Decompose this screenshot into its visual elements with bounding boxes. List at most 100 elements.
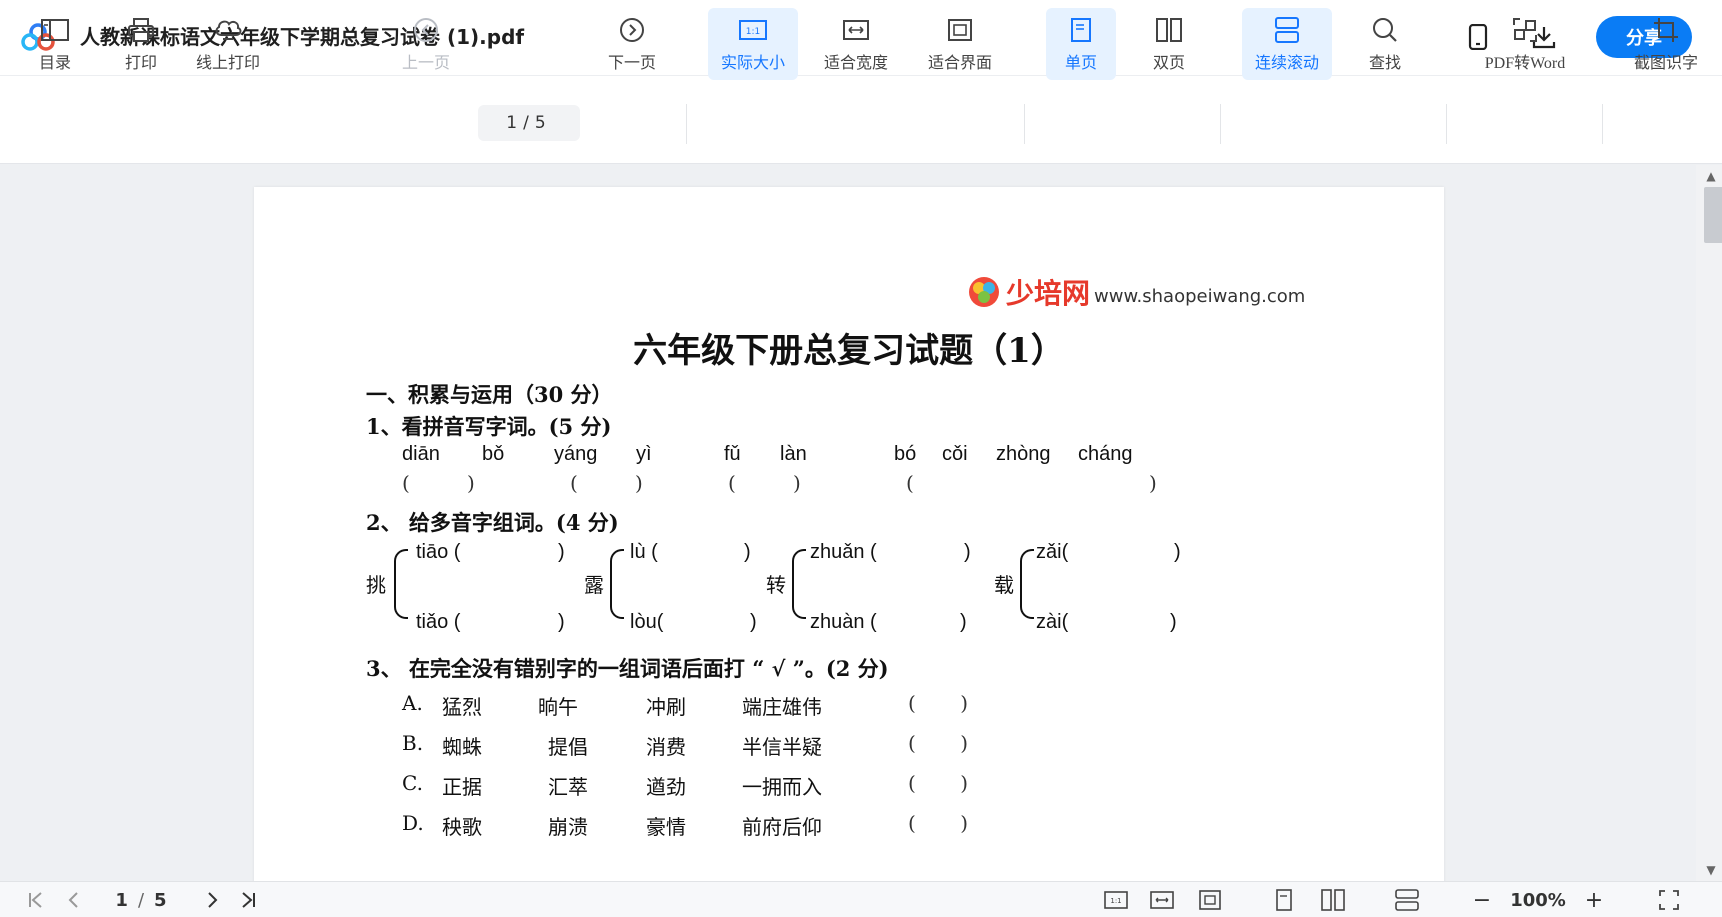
chevron-left-icon xyxy=(68,892,78,908)
polyphonic-char: 载 xyxy=(994,573,1014,597)
find-button[interactable]: 查找 xyxy=(1360,8,1410,80)
answer-blank: ( ) xyxy=(908,771,969,795)
plus-icon: + xyxy=(1584,887,1604,913)
circle-right-icon xyxy=(620,18,644,42)
continuous-scroll-button[interactable]: 连续滚动 xyxy=(1242,8,1332,80)
zoom-level[interactable]: 100% xyxy=(1504,888,1572,912)
first-page-button[interactable] xyxy=(24,888,48,912)
next-page-small-button[interactable] xyxy=(200,888,224,912)
zoom-in-button[interactable]: + xyxy=(1582,887,1606,913)
fit-screen-button[interactable]: 适合界面 xyxy=(920,8,1000,80)
status-continuous-button[interactable] xyxy=(1394,888,1420,912)
crop-icon xyxy=(1654,18,1678,42)
single-page-button[interactable]: 单页 xyxy=(1046,8,1116,80)
convert-icon xyxy=(1513,18,1537,42)
answer-blank: ( ) xyxy=(570,471,643,495)
pinyin-bottom: zhuàn ( xyxy=(810,611,877,633)
question-2: 2、 给多音字组词。(4 分) xyxy=(366,510,619,535)
pinyin: diān xyxy=(402,443,440,465)
double-page-icon xyxy=(1321,889,1345,911)
last-page-button[interactable] xyxy=(236,888,260,912)
pinyin: làn xyxy=(780,443,807,465)
option-label: C. xyxy=(402,771,423,795)
answer-blank: ( ) xyxy=(906,471,1157,495)
pdf-to-word-button[interactable]: PDF转Word xyxy=(1472,8,1578,80)
answer-blank: ( ) xyxy=(402,471,475,495)
pinyin: bó xyxy=(894,443,917,465)
circle-left-icon xyxy=(414,18,438,42)
status-actual-size-button[interactable]: 1:1 xyxy=(1102,888,1130,912)
actual-size-icon: 1:1 xyxy=(1104,891,1128,909)
continuous-scroll-icon xyxy=(1275,17,1299,43)
question-1: 1、看拼音写字词。(5 分) xyxy=(366,414,612,439)
brand-watermark: 少培网 www.shaopeiwang.com xyxy=(966,275,1305,309)
print-button[interactable]: 打印 xyxy=(118,8,164,80)
pinyin: yáng xyxy=(554,443,598,465)
double-page-icon xyxy=(1156,18,1182,42)
pinyin-top: zhuǎn ( xyxy=(810,541,877,563)
status-single-page-button[interactable] xyxy=(1272,888,1296,912)
scroll-up-icon[interactable]: ▲ xyxy=(1704,169,1718,183)
brand-url: www.shaopeiwang.com xyxy=(1094,286,1306,307)
ocr-button[interactable]: 截图识字 xyxy=(1626,8,1706,80)
answer-blank: ( ) xyxy=(728,471,801,495)
search-icon xyxy=(1373,18,1397,42)
brace xyxy=(1020,549,1034,619)
option-label: B. xyxy=(402,731,424,755)
fit-width-icon xyxy=(843,20,869,40)
brace xyxy=(610,549,624,619)
status-double-page-button[interactable] xyxy=(1320,888,1346,912)
document-viewer[interactable]: 少培网 www.shaopeiwang.com 六年级下册总复习试题（1） 一、… xyxy=(0,165,1722,881)
polyphonic-char: 露 xyxy=(584,573,604,597)
answer-blank: ( ) xyxy=(908,731,969,755)
pdf-page: 少培网 www.shaopeiwang.com 六年级下册总复习试题（1） 一、… xyxy=(254,187,1444,881)
pinyin-bottom: tiǎo ( xyxy=(416,611,461,633)
answer-blank: ( ) xyxy=(908,691,969,715)
pinyin-top: lù ( xyxy=(630,541,658,563)
brace xyxy=(792,549,806,619)
page-number-input[interactable]: 1/5 xyxy=(478,105,580,141)
single-page-icon xyxy=(1276,889,1292,911)
online-print-button[interactable]: 线上打印 xyxy=(188,8,268,80)
fit-screen-icon xyxy=(1199,890,1221,910)
pinyin: bǒ xyxy=(482,443,505,465)
question-3: 3、 在完全没有错别字的一组词语后面打 “ √ ”。(2 分) xyxy=(366,656,889,681)
svg-text:1:1: 1:1 xyxy=(1110,897,1121,905)
scroll-down-icon[interactable]: ▼ xyxy=(1704,863,1718,877)
continuous-scroll-icon xyxy=(1395,889,1419,911)
sidebar-icon xyxy=(41,19,69,41)
brace xyxy=(394,549,408,619)
polyphonic-char: 挑 xyxy=(366,573,386,597)
svg-text:1:1: 1:1 xyxy=(746,27,760,37)
exam-title: 六年级下册总复习试题（1） xyxy=(633,331,1065,371)
pinyin-top: zǎi( xyxy=(1036,541,1069,563)
pinyin: yì xyxy=(636,443,652,465)
polyphonic-char: 转 xyxy=(766,573,786,597)
toolbar-divider xyxy=(686,104,687,144)
prev-page-small-button[interactable] xyxy=(62,888,86,912)
toc-button[interactable]: 目录 xyxy=(32,8,78,80)
vertical-scrollbar[interactable]: ▲ ▼ xyxy=(1696,165,1722,881)
last-page-icon xyxy=(242,892,255,908)
status-bar: 1 / 5 1:1 − 100% + xyxy=(0,881,1722,917)
cloud-print-icon xyxy=(215,20,242,40)
toolbar xyxy=(0,76,1722,164)
status-fit-screen-button[interactable] xyxy=(1196,888,1224,912)
printer-icon xyxy=(128,18,154,42)
zoom-out-button[interactable]: − xyxy=(1470,888,1494,913)
brand-logo-icon xyxy=(969,277,999,307)
fit-width-button[interactable]: 适合宽度 xyxy=(816,8,896,80)
next-page-button[interactable]: 下一页 xyxy=(604,8,660,80)
fullscreen-button[interactable] xyxy=(1656,888,1682,912)
fit-width-icon xyxy=(1150,891,1174,909)
single-page-icon xyxy=(1071,18,1091,42)
actual-size-button[interactable]: 1:1 实际大小 xyxy=(708,8,798,80)
toolbar-divider xyxy=(1024,104,1025,144)
prev-page-button[interactable]: 上一页 xyxy=(398,8,454,80)
fullscreen-icon xyxy=(1659,890,1679,910)
status-fit-width-button[interactable] xyxy=(1148,888,1176,912)
scroll-thumb[interactable] xyxy=(1704,187,1722,243)
pinyin: cǒi xyxy=(942,443,968,465)
status-page-indicator[interactable]: 1 / 5 xyxy=(104,888,178,912)
double-page-button[interactable]: 双页 xyxy=(1134,8,1204,80)
